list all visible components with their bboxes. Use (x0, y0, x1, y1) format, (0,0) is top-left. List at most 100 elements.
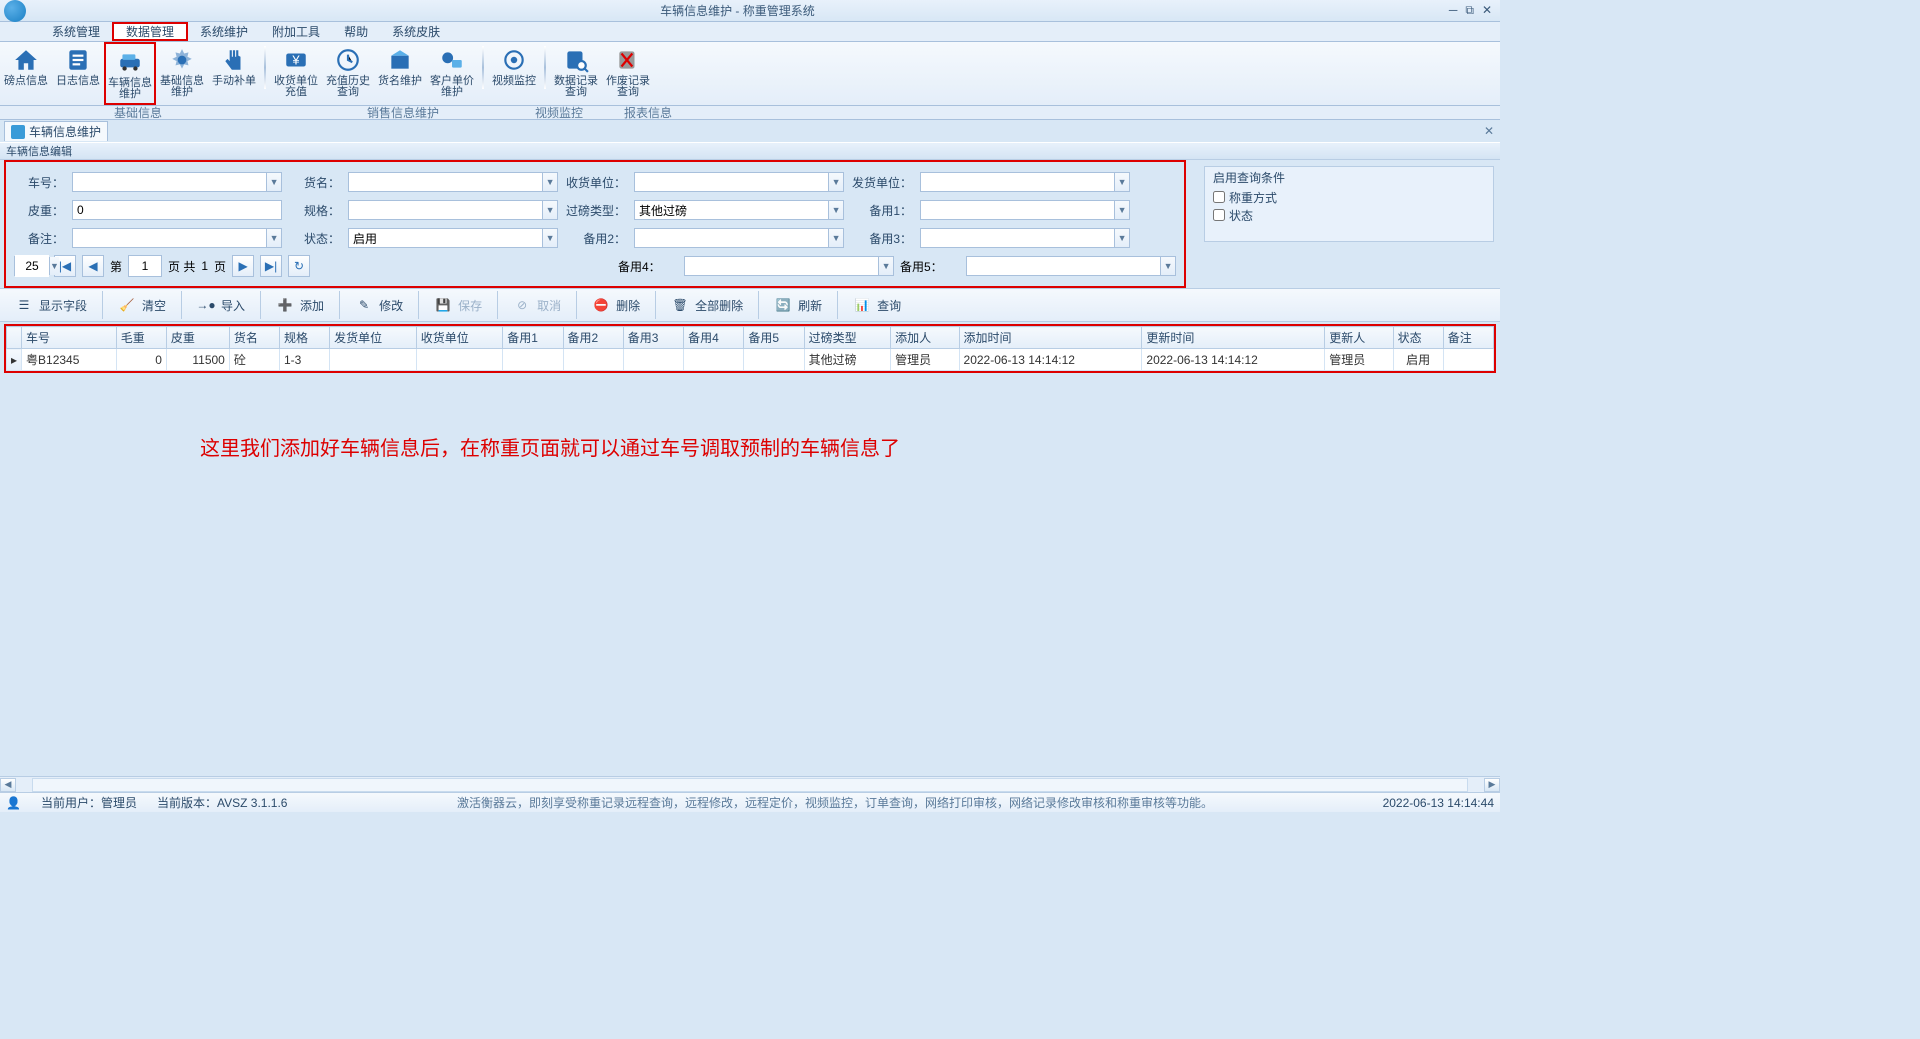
chevron-down-icon[interactable]: ▼ (828, 201, 843, 219)
field-car[interactable]: ▼ (72, 172, 282, 192)
btn-import[interactable]: →●导入 (186, 291, 256, 319)
cell[interactable]: 砼 (229, 349, 279, 371)
btn-query[interactable]: 📊查询 (842, 291, 912, 319)
input-spec[interactable] (349, 201, 542, 219)
chevron-down-icon[interactable]: ▼ (878, 257, 893, 275)
tab-vehicle[interactable]: 车辆信息维护 (4, 121, 108, 141)
chevron-down-icon[interactable]: ▼ (1114, 229, 1129, 247)
cell[interactable]: 其他过磅 (804, 349, 891, 371)
ribbon-btn-recharge[interactable]: ¥收货单位充值 (270, 42, 322, 105)
col-header[interactable]: 添加时间 (959, 327, 1142, 349)
input-spare3[interactable] (921, 229, 1114, 247)
tab-close-button[interactable]: ✕ (1484, 124, 1494, 138)
ribbon-btn-voidq[interactable]: 作废记录查询 (602, 42, 654, 105)
btn-save[interactable]: 💾保存 (423, 291, 493, 319)
close-button[interactable]: ✕ (1482, 3, 1492, 18)
pager-refresh-button[interactable]: ↻ (288, 255, 310, 277)
input-spare4[interactable] (685, 257, 878, 275)
col-header[interactable]: 备用5 (744, 327, 804, 349)
col-header[interactable]: 备注 (1443, 327, 1493, 349)
cell[interactable]: 0 (116, 349, 166, 371)
input-status[interactable] (349, 229, 542, 247)
chevron-down-icon[interactable]: ▼ (828, 173, 843, 191)
col-header[interactable]: 发货单位 (330, 327, 417, 349)
btn-edit[interactable]: ✎修改 (344, 291, 414, 319)
hscrollbar[interactable]: ◀ ▶ (0, 776, 1500, 792)
chevron-down-icon[interactable]: ▼ (542, 201, 557, 219)
minimize-button[interactable]: ─ (1449, 3, 1458, 18)
ribbon-btn-gear[interactable]: 基础信息维护 (156, 42, 208, 105)
cell[interactable]: 管理员 (891, 349, 959, 371)
col-header[interactable]: 货名 (229, 327, 279, 349)
pager-prev-button[interactable]: ◀ (82, 255, 104, 277)
input-pagesize[interactable] (15, 255, 49, 277)
ribbon-btn-price[interactable]: 客户单价维护 (426, 42, 478, 105)
col-header[interactable]: 备用2 (563, 327, 623, 349)
input-recv[interactable] (635, 173, 828, 191)
btn-add[interactable]: ➕添加 (265, 291, 335, 319)
checkbox-input-weightmode[interactable] (1213, 191, 1225, 203)
btn-clear[interactable]: 🧹清空 (107, 291, 177, 319)
btn-deleteall[interactable]: 🗑全部删除 (660, 291, 754, 319)
ribbon-btn-history[interactable]: 充值历史查询 (322, 42, 374, 105)
chevron-down-icon[interactable]: ▼ (1160, 257, 1175, 275)
col-header[interactable]: 更新人 (1325, 327, 1393, 349)
btn-refresh[interactable]: 🔄刷新 (763, 291, 833, 319)
field-goods[interactable]: ▼ (348, 172, 558, 192)
chevron-down-icon[interactable]: ▼ (266, 173, 281, 191)
chevron-down-icon[interactable]: ▼ (1114, 173, 1129, 191)
pager-next-button[interactable]: ▶ (232, 255, 254, 277)
field-spare4[interactable]: ▼ (684, 256, 894, 276)
scroll-track[interactable] (32, 778, 1468, 792)
chevron-down-icon[interactable]: ▼ (49, 257, 59, 275)
cell[interactable] (744, 349, 804, 371)
cell[interactable] (416, 349, 503, 371)
col-header[interactable]: 车号 (22, 327, 117, 349)
col-header[interactable]: 收货单位 (416, 327, 503, 349)
col-header[interactable]: 皮重 (166, 327, 229, 349)
field-tare[interactable] (72, 200, 282, 220)
field-spare5[interactable]: ▼ (966, 256, 1176, 276)
field-recv[interactable]: ▼ (634, 172, 844, 192)
checkbox-weightmode[interactable]: 称重方式 (1213, 188, 1485, 206)
field-spec[interactable]: ▼ (348, 200, 558, 220)
cell[interactable]: 1-3 (279, 349, 329, 371)
ribbon-btn-goods[interactable]: 货名维护 (374, 42, 426, 105)
maximize-button[interactable]: ⧉ (1465, 3, 1474, 18)
btn-showfields[interactable]: ☰显示字段 (4, 291, 98, 319)
page-size[interactable]: ▼ (14, 256, 48, 276)
cell[interactable]: 2022-06-13 14:14:12 (959, 349, 1142, 371)
field-spare2[interactable]: ▼ (634, 228, 844, 248)
field-spare3[interactable]: ▼ (920, 228, 1130, 248)
cell[interactable] (330, 349, 417, 371)
field-wtype[interactable]: ▼ (634, 200, 844, 220)
input-spare1[interactable] (921, 201, 1114, 219)
input-tare[interactable] (73, 201, 281, 219)
cell[interactable]: 粤B12345 (22, 349, 117, 371)
checkbox-input-status[interactable] (1213, 209, 1225, 221)
ribbon-btn-car[interactable]: 车辆信息维护 (104, 42, 156, 105)
input-wtype[interactable] (635, 201, 828, 219)
cell[interactable] (623, 349, 683, 371)
field-remark[interactable]: ▼ (72, 228, 282, 248)
btn-cancel[interactable]: ⊘取消 (502, 291, 572, 319)
input-spare5[interactable] (967, 257, 1160, 275)
col-header[interactable]: 过磅类型 (804, 327, 891, 349)
checkbox-status[interactable]: 状态 (1213, 206, 1485, 224)
col-header[interactable]: 规格 (279, 327, 329, 349)
input-send[interactable] (921, 173, 1114, 191)
col-header[interactable]: 毛重 (116, 327, 166, 349)
menu-addons[interactable]: 附加工具 (260, 22, 332, 41)
input-goods[interactable] (349, 173, 542, 191)
input-car[interactable] (73, 173, 266, 191)
pager-page-input[interactable] (128, 255, 162, 277)
cell[interactable] (1443, 349, 1493, 371)
chevron-down-icon[interactable]: ▼ (1114, 201, 1129, 219)
pager-last-button[interactable]: ▶| (260, 255, 282, 277)
cell[interactable] (503, 349, 563, 371)
menu-system[interactable]: 系统管理 (40, 22, 112, 41)
col-header[interactable]: 备用4 (684, 327, 744, 349)
cell[interactable] (563, 349, 623, 371)
cell[interactable]: 启用 (1393, 349, 1443, 371)
chevron-down-icon[interactable]: ▼ (266, 229, 281, 247)
